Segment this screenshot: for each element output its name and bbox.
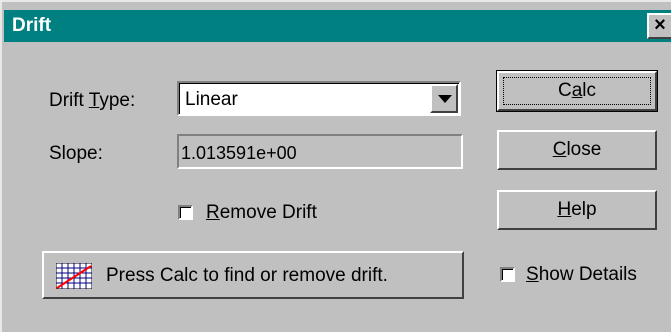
close-button[interactable]: Close: [497, 130, 657, 170]
grid-chart-icon: [56, 263, 92, 289]
close-button-label: Close: [552, 139, 602, 160]
status-message: Press Calc to find or remove drift.: [106, 265, 388, 286]
chevron-down-icon: [438, 95, 452, 103]
slope-field: 1.013591e+00: [177, 134, 463, 169]
close-window-button[interactable]: ×: [647, 13, 671, 39]
close-icon: ×: [654, 14, 666, 36]
drift-type-selected-value: Linear: [185, 89, 238, 110]
calc-button[interactable]: Calc: [496, 70, 658, 112]
help-button-label: Help: [557, 199, 597, 220]
help-button[interactable]: Help: [497, 190, 657, 230]
remove-drift-label[interactable]: Remove Drift: [206, 201, 317, 225]
status-panel: Press Calc to find or remove drift.: [42, 251, 464, 299]
drift-type-label: Drift Type:: [49, 90, 136, 111]
drift-type-select[interactable]: Linear: [177, 81, 461, 116]
title-bar[interactable]: Drift ×: [4, 10, 671, 42]
slope-label: Slope:: [49, 143, 103, 164]
drift-dialog: Drift × Drift Type: Linear Slope: 1.0135…: [0, 0, 671, 332]
dropdown-arrow-button[interactable]: [430, 84, 458, 113]
show-details-label[interactable]: Show Details: [526, 263, 637, 287]
show-details-checkbox[interactable]: [500, 267, 515, 282]
slope-value: 1.013591e+00: [181, 143, 297, 163]
window-title: Drift: [12, 15, 52, 36]
remove-drift-checkbox[interactable]: [178, 205, 193, 220]
calc-button-label: Calc: [557, 80, 597, 101]
